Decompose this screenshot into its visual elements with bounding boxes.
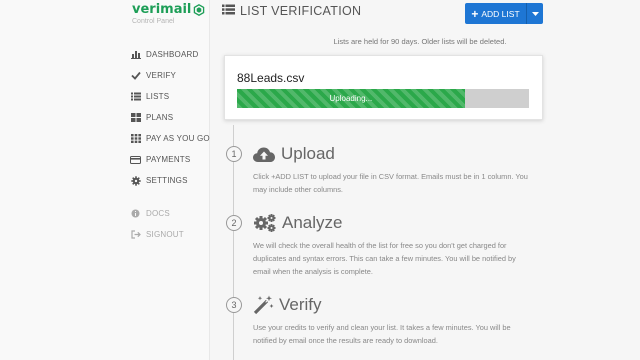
credit-card-icon [130,154,141,165]
sidebar-item-label: VERIFY [146,71,177,80]
sidebar-item-payments[interactable]: PAYMENTS [130,149,210,170]
add-list-label: ADD LIST [481,8,520,19]
page-title: LIST VERIFICATION [222,4,361,18]
list-icon [130,91,141,102]
brand-name: verimail [132,2,192,17]
add-list-button-group: + ADD LIST [465,3,543,24]
sidebar-item-plans[interactable]: PLANS [130,107,210,128]
step-title-text: Upload [281,144,335,163]
step-number-3: 3 [226,297,242,313]
sidebar-item-label: SIGNOUT [146,230,184,239]
upload-status: Uploading... [329,94,373,103]
check-icon [130,70,141,81]
sign-out-icon [130,229,141,240]
grid-small-icon [130,133,141,144]
bar-chart-icon [130,49,141,60]
sidebar-item-label: PAY AS YOU GO [146,134,210,143]
sidebar-item-label: DASHBOARD [146,50,199,59]
sidebar-item-label: DOCS [146,209,170,218]
brand-logo[interactable]: verimail Control Panel [132,2,205,25]
info-icon [130,208,141,219]
sidebar-item-lists[interactable]: LISTS [130,86,210,107]
upload-file-name: 88Leads.csv [237,71,305,85]
caret-down-icon [531,11,539,16]
step-description-verify: Use your credits to verify and clean you… [253,323,511,345]
add-list-button[interactable]: + ADD LIST [465,3,527,24]
sidebar-item-label: PLANS [146,113,174,122]
list-icon [222,4,235,18]
brand-subtitle: Control Panel [132,18,175,25]
plus-icon: + [471,6,479,21]
magic-wand-icon [252,295,274,315]
gears-icon [252,213,277,233]
sidebar-item-pay-as-you-go[interactable]: PAY AS YOU GO [130,128,210,149]
sidebar-nav: DASHBOARD VERIFY LISTS PLANS PAY AS YOU … [130,44,210,245]
sidebar-item-label: PAYMENTS [146,155,191,164]
step-title-upload: Upload [252,144,335,164]
sidebar-item-signout[interactable]: SIGNOUT [130,224,210,245]
cloud-upload-icon [252,146,276,163]
main-content: LIST VERIFICATION + ADD LIST Lists are h… [210,0,630,360]
grid-large-icon [130,112,141,123]
upload-progress-bar: Uploading... [237,89,529,108]
step-title-text: Verify [279,295,322,314]
step-description-upload: Click +ADD LIST to upload your file in C… [253,172,528,194]
sidebar: verimail Control Panel DASHBOARD VERIFY [0,0,210,360]
sidebar-item-dashboard[interactable]: DASHBOARD [130,44,210,65]
hexagon-logo-icon [194,3,205,16]
step-number-2: 2 [226,215,242,231]
sidebar-item-label: SETTINGS [146,176,188,185]
upload-card: 88Leads.csv Uploading... [224,55,543,120]
upload-progress-fill: Uploading... [237,89,465,108]
step-title-text: Analyze [282,213,343,232]
step-title-verify: Verify [252,295,322,315]
step-description-analyze: We will check the overall health of the … [253,241,516,276]
brand-name-row: verimail [132,2,205,17]
gear-icon [130,175,141,186]
step-number-1: 1 [226,146,242,162]
page-title-text: LIST VERIFICATION [240,4,362,18]
sidebar-item-settings[interactable]: SETTINGS [130,170,210,191]
step-title-analyze: Analyze [252,213,342,233]
sidebar-item-docs[interactable]: DOCS [130,203,210,224]
sidebar-item-label: LISTS [146,92,170,101]
add-list-dropdown-toggle[interactable] [527,3,543,24]
retention-notice: Lists are held for 90 days. Older lists … [333,37,507,46]
sidebar-item-verify[interactable]: VERIFY [130,65,210,86]
